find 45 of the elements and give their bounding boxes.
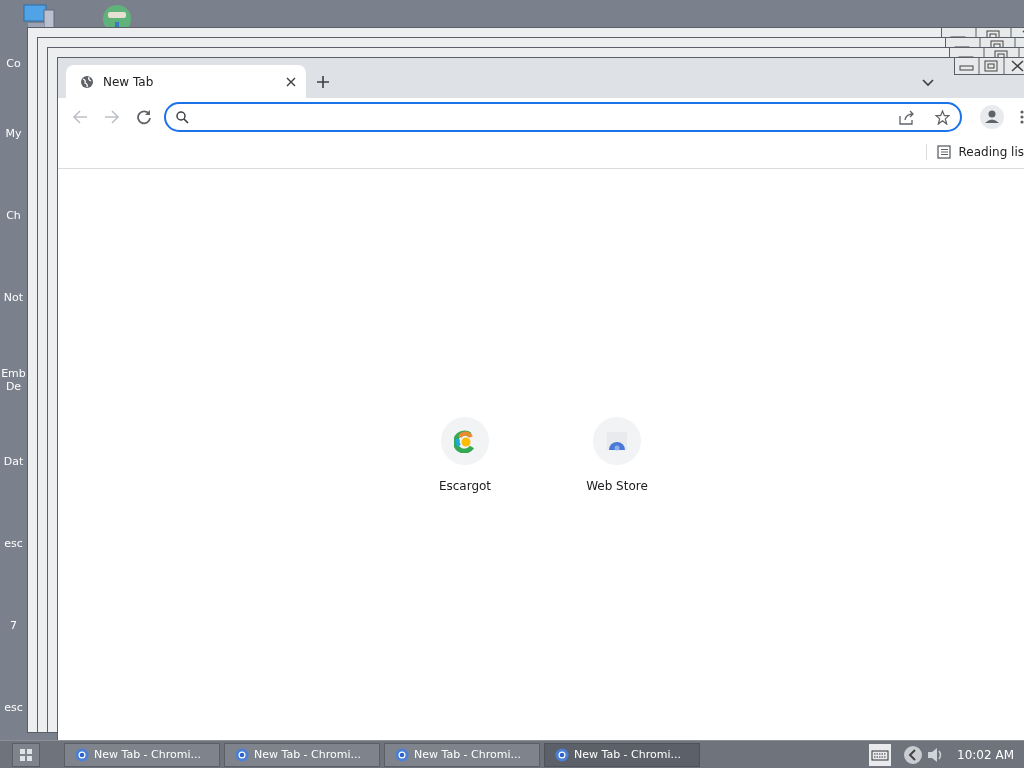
desktop-icon-label[interactable]: Co <box>0 57 27 70</box>
speaker-icon[interactable] <box>927 745 944 764</box>
taskbar-button[interactable]: New Tab - Chromi... <box>224 742 380 767</box>
chromium-icon <box>555 747 569 762</box>
taskbar-button[interactable]: New Tab - Chromi... <box>544 742 700 767</box>
chromium-icon <box>395 747 409 762</box>
desktop-icon-label[interactable]: Not <box>0 291 27 304</box>
reading-list-button[interactable]: Reading lis <box>958 145 1024 159</box>
store-icon <box>606 431 628 451</box>
desktop-icon-label[interactable]: Dat <box>0 455 27 468</box>
chevron-down-icon[interactable] <box>922 79 934 87</box>
shortcut-tile[interactable] <box>441 417 489 465</box>
shortcut-label[interactable]: Escargot <box>438 479 492 493</box>
desktop-icon-label[interactable]: esc <box>0 537 27 550</box>
keyboard-icon[interactable] <box>869 743 892 766</box>
search-icon <box>176 110 189 124</box>
profile-icon[interactable] <box>980 105 1004 129</box>
shortcut-tile[interactable] <box>593 417 641 465</box>
globe-icon <box>80 74 94 89</box>
list-icon <box>936 145 951 159</box>
back-circle-icon[interactable] <box>903 744 924 765</box>
new-tab-icon[interactable] <box>316 75 330 89</box>
taskbar-button[interactable]: New Tab - Chromi... <box>64 742 220 767</box>
start-button[interactable] <box>12 742 40 767</box>
close-icon[interactable] <box>286 76 296 87</box>
taskbar-button[interactable]: New Tab - Chromi... <box>384 742 540 767</box>
desktop-icon-label[interactable]: esc <box>0 701 27 714</box>
share-icon[interactable] <box>899 109 915 125</box>
shortcut-label[interactable]: Web Store <box>586 479 648 493</box>
escargot-logo-icon <box>454 429 476 453</box>
computer-icon[interactable] <box>22 4 56 30</box>
menu-icon[interactable] <box>1020 110 1024 124</box>
grid-icon <box>20 748 32 761</box>
chromium-icon <box>235 747 249 762</box>
browser-tab[interactable]: New Tab <box>66 65 306 98</box>
reload-icon[interactable] <box>136 109 152 125</box>
desktop-icon-label[interactable]: My <box>0 127 27 140</box>
star-icon[interactable] <box>935 109 950 125</box>
address-bar[interactable] <box>164 102 962 132</box>
desktop-icon-label[interactable]: Ch <box>0 209 27 222</box>
clock[interactable]: 10:02 AM <box>957 747 1014 762</box>
desktop-icon-label[interactable]: 7 <box>0 619 27 632</box>
desktop-icon-label[interactable]: Emb De <box>0 367 27 393</box>
chromium-icon <box>75 747 89 762</box>
window-controls[interactable] <box>954 57 1024 75</box>
